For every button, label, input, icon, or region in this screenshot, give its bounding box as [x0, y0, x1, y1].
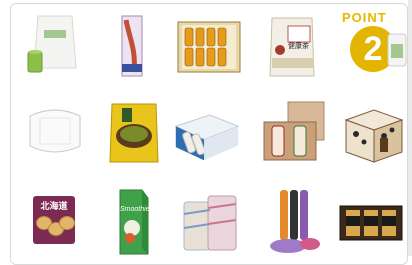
rolled-towels-icon[interactable]	[176, 184, 246, 256]
scroll-edge	[408, 0, 412, 256]
point-badge: POINT 2	[338, 8, 408, 78]
white-bathroom-scale-icon[interactable]	[20, 96, 90, 168]
bottle-gift-box-blue-icon[interactable]	[172, 96, 242, 168]
point-label: POINT	[342, 10, 387, 25]
kenko-label: 健康茶	[288, 42, 309, 50]
leaf-pattern-gift-box-icon[interactable]	[338, 96, 408, 168]
three-jar-gift-set-icon[interactable]	[336, 184, 406, 256]
hokkaido-label: 北海道	[40, 202, 68, 212]
two-bottle-gift-box-icon[interactable]	[258, 96, 328, 168]
yoga-mats-icon[interactable]	[258, 184, 328, 256]
miso-soup-pack-icon[interactable]	[100, 96, 170, 168]
green-drink-powder-bag-icon[interactable]	[20, 10, 90, 82]
smoothie-carton-icon[interactable]: Smoothie	[100, 184, 170, 256]
hokkaido-cookies-bag-icon[interactable]: 北海道	[33, 196, 75, 244]
health-tea-pouch-icon[interactable]: 健康茶	[258, 10, 328, 82]
dried-fish-snack-pack-icon[interactable]	[100, 10, 170, 82]
smoothie-label: Smoothie	[120, 206, 150, 213]
small-drink-icon	[387, 33, 407, 67]
juice-bottle-gift-box-icon[interactable]	[174, 10, 244, 82]
